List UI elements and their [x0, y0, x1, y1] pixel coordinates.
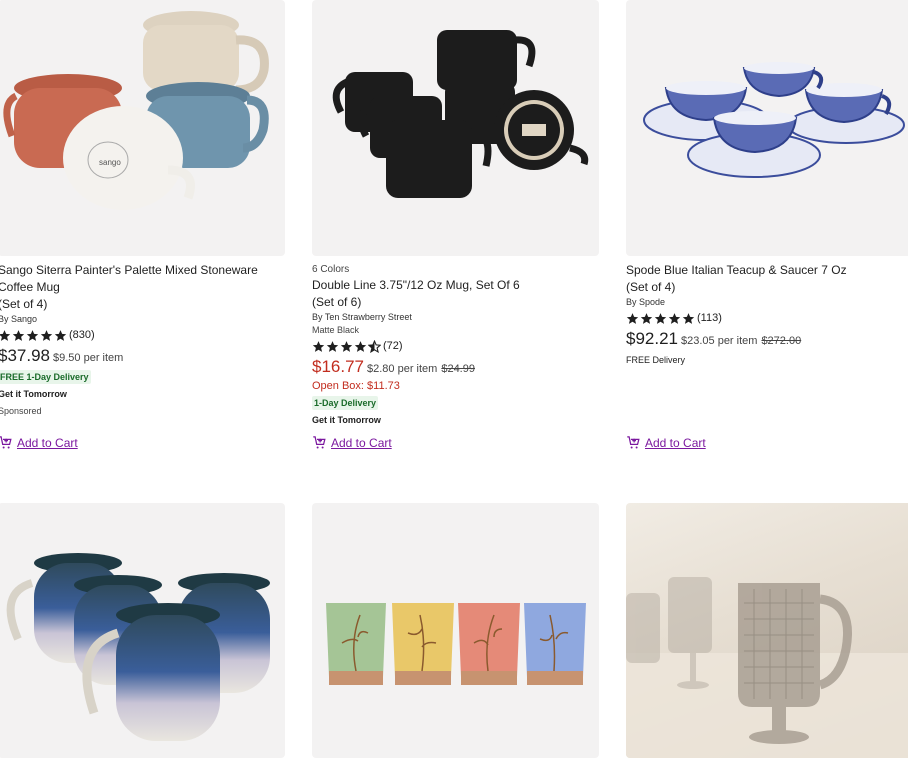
- delivery-badge: FREE 1-Day Delivery: [0, 370, 91, 384]
- star-rating-icons: [0, 329, 67, 342]
- product-card-reactive-mugs[interactable]: [0, 503, 285, 758]
- open-box-price[interactable]: Open Box: $11.73: [312, 380, 599, 392]
- price: $16.77: [312, 357, 364, 376]
- product-card-floral-cups[interactable]: [312, 503, 599, 758]
- cart-plus-icon: [313, 436, 326, 449]
- add-to-cart-button[interactable]: Add to Cart: [626, 435, 706, 450]
- product-card-glass-pitcher[interactable]: [626, 503, 908, 758]
- matte-black-mugs-image: [332, 30, 589, 198]
- review-count: (830): [69, 329, 95, 341]
- product-title[interactable]: Sango Siterra Painter's Palette Mixed St…: [0, 262, 285, 313]
- cart-plus-icon: [627, 436, 640, 449]
- product-image[interactable]: [0, 503, 285, 758]
- delivery-eta: Get it Tomorrow: [0, 389, 67, 399]
- star-rating-icons: [312, 339, 381, 353]
- rating[interactable]: (72): [312, 338, 599, 354]
- brand-label[interactable]: By Ten Strawberry Street: [312, 312, 599, 322]
- variant-label: Matte Black: [312, 325, 360, 335]
- product-title[interactable]: Double Line 3.75"/12 Oz Mug, Set Of 6 (Se…: [312, 277, 599, 311]
- product-image[interactable]: [626, 503, 908, 758]
- color-count[interactable]: 6 Colors: [312, 264, 599, 275]
- add-to-cart-button[interactable]: Add to Cart: [0, 435, 78, 450]
- star-rating-icons: [626, 312, 695, 325]
- product-card-sango[interactable]: sango Sango Siterra Painter's Palette Mi…: [0, 0, 285, 450]
- cart-plus-icon: [0, 436, 12, 449]
- product-title[interactable]: Spode Blue Italian Teacup & Saucer 7 Oz(…: [626, 262, 908, 296]
- rating[interactable]: (113): [626, 310, 908, 326]
- review-count: (72): [383, 340, 403, 352]
- price: $92.21: [626, 329, 678, 348]
- per-item-price: $9.50 per item: [53, 352, 124, 364]
- brand-label[interactable]: By Sango: [0, 314, 285, 324]
- per-item-price: $2.80 per item: [367, 363, 438, 375]
- delivery-label: FREE Delivery: [626, 355, 686, 365]
- mixed-stoneware-mugs-image: sango: [3, 11, 269, 210]
- product-card-spode-teacup[interactable]: Spode Blue Italian Teacup & Saucer 7 Oz(…: [626, 0, 908, 450]
- was-price: $272.00: [761, 335, 802, 347]
- product-image[interactable]: [626, 0, 908, 256]
- product-image[interactable]: [312, 503, 599, 758]
- price: $37.98: [0, 346, 50, 365]
- sponsored-label: Sponsored: [0, 406, 42, 416]
- per-item-price: $23.05 per item: [681, 335, 758, 347]
- delivery-badge: 1-Day Delivery: [312, 396, 379, 410]
- delivery-eta: Get it Tomorrow: [312, 415, 381, 425]
- add-to-cart-button[interactable]: Add to Cart: [312, 435, 392, 450]
- was-price: $24.99: [441, 363, 475, 375]
- brand-label[interactable]: By Spode: [626, 297, 908, 307]
- product-image[interactable]: sango: [0, 0, 285, 256]
- glass-pitcher-goblets-image: [626, 577, 908, 758]
- product-card-double-line-mug[interactable]: 6 Colors Double Line 3.75"/12 Oz Mug, Se…: [312, 0, 599, 450]
- rating[interactable]: (830): [0, 327, 285, 343]
- price-row: $92.21 $23.05 per item $272.00: [626, 329, 908, 349]
- price-row: $37.98 $9.50 per item: [0, 346, 285, 366]
- price-row: $16.77 $2.80 per item $24.99: [312, 357, 599, 377]
- floral-cups-image: [326, 603, 586, 685]
- blue-teacups-saucers-image: [643, 62, 905, 178]
- reactive-glaze-mugs-image: [6, 553, 270, 741]
- review-count: (113): [697, 312, 722, 324]
- svg-text:sango: sango: [99, 158, 121, 167]
- product-image[interactable]: [312, 0, 599, 256]
